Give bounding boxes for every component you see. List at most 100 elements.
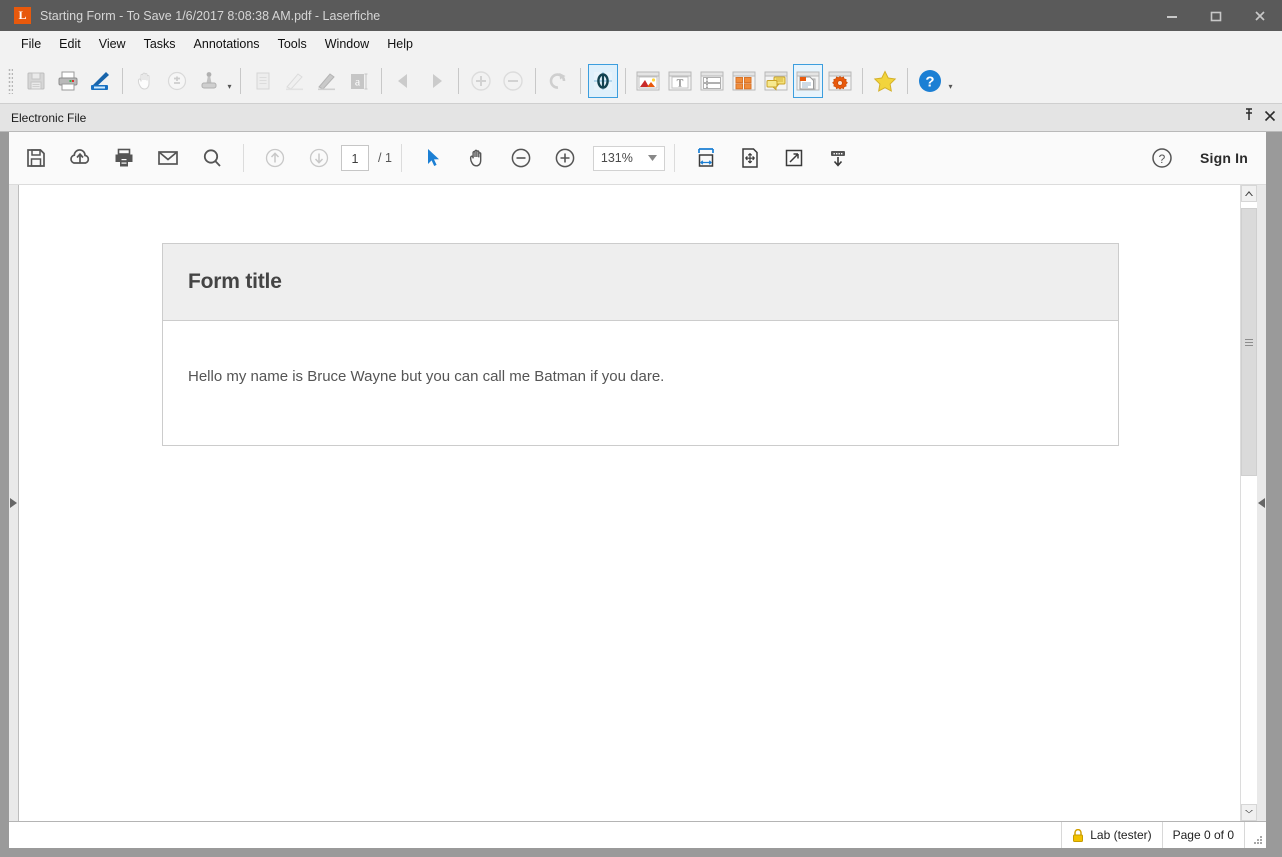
upload-cloud-icon[interactable]	[63, 141, 97, 175]
title-bar: L Starting Form - To Save 1/6/2017 8:08:…	[0, 0, 1282, 31]
pdf-toolbar-separator	[674, 144, 675, 172]
chevron-down-icon	[1245, 810, 1253, 815]
stamp-icon[interactable]	[194, 64, 224, 98]
fields-pane-icon[interactable]	[697, 64, 727, 98]
svg-text:T: T	[677, 77, 684, 89]
redo-icon[interactable]	[543, 64, 573, 98]
form-card: Form title Hello my name is Bruce Wayne …	[162, 243, 1119, 446]
fullscreen-icon[interactable]	[777, 141, 811, 175]
vertical-scrollbar[interactable]	[1240, 185, 1257, 821]
toolbar-separator	[580, 68, 581, 94]
zoom-tool-icon[interactable]	[162, 64, 192, 98]
sign-in-button[interactable]: Sign In	[1200, 150, 1248, 166]
save-icon[interactable]	[21, 64, 51, 98]
blank-page-icon[interactable]	[248, 64, 278, 98]
chevron-down-icon	[648, 155, 657, 161]
highlighter-icon[interactable]	[280, 64, 310, 98]
text-pane-icon[interactable]: T	[665, 64, 695, 98]
menu-annotations[interactable]: Annotations	[185, 33, 269, 55]
maximize-button[interactable]	[1194, 0, 1238, 31]
form-card-body: Hello my name is Bruce Wayne but you can…	[163, 321, 1118, 445]
pdf-print-icon[interactable]	[107, 141, 141, 175]
select-cursor-icon[interactable]	[416, 141, 450, 175]
minimize-button[interactable]	[1150, 0, 1194, 31]
scanner-icon[interactable]	[85, 64, 115, 98]
page-down-icon[interactable]	[302, 141, 336, 175]
pin-icon[interactable]	[1243, 108, 1255, 127]
menu-tasks[interactable]: Tasks	[135, 33, 185, 55]
laserfiche-window: L Starting Form - To Save 1/6/2017 8:08:…	[0, 0, 1282, 857]
menu-file[interactable]: File	[12, 33, 50, 55]
text-annotation-icon[interactable]: a	[344, 64, 374, 98]
pdf-zoom-in-icon[interactable]	[548, 141, 582, 175]
document-pane-icon[interactable]	[793, 64, 823, 98]
status-user-label: Lab (tester)	[1090, 828, 1151, 842]
menu-tools[interactable]: Tools	[269, 33, 316, 55]
pdf-toolbar-right: ? Sign In	[1135, 141, 1260, 175]
zoom-in-icon[interactable]	[466, 64, 496, 98]
right-panel-collapse-handle[interactable]	[1257, 185, 1266, 821]
download-icon[interactable]	[821, 141, 855, 175]
comments-pane-icon[interactable]	[761, 64, 791, 98]
fit-page-icon[interactable]	[733, 141, 767, 175]
scroll-thumb[interactable]	[1241, 208, 1257, 476]
status-bar: Lab (tester) Page 0 of 0	[9, 821, 1266, 848]
svg-text:?: ?	[1159, 152, 1166, 166]
target-pane-icon[interactable]	[588, 64, 618, 98]
help-dropdown-caret[interactable]: ▾	[946, 64, 955, 98]
zoom-out-icon[interactable]	[498, 64, 528, 98]
menu-bar: File Edit View Tasks Annotations Tools W…	[0, 31, 1282, 58]
pdf-pan-hand-icon[interactable]	[460, 141, 494, 175]
print-icon[interactable]	[53, 64, 83, 98]
settings-pane-icon[interactable]	[825, 64, 855, 98]
page-number-input[interactable]: 1	[341, 145, 369, 171]
menu-window[interactable]: Window	[316, 33, 378, 55]
search-icon[interactable]	[195, 141, 229, 175]
close-button[interactable]	[1238, 0, 1282, 31]
panel-title: Electronic File	[11, 111, 86, 125]
resize-grip[interactable]	[1244, 822, 1266, 848]
menu-help[interactable]: Help	[378, 33, 422, 55]
scroll-track[interactable]	[1241, 202, 1257, 804]
pdf-toolbar-separator	[243, 144, 244, 172]
zoom-level-value: 131%	[601, 151, 633, 165]
toolbar-separator	[381, 68, 382, 94]
toolbar-separator	[862, 68, 863, 94]
window-title: Starting Form - To Save 1/6/2017 8:08:38…	[40, 9, 380, 23]
status-page-label: Page 0 of 0	[1173, 828, 1234, 842]
email-icon[interactable]	[151, 141, 185, 175]
scroll-up-button[interactable]	[1241, 185, 1257, 202]
scroll-down-button[interactable]	[1241, 804, 1257, 821]
stamp-dropdown-caret[interactable]: ▾	[225, 64, 234, 98]
thumbnails-pane-icon[interactable]	[729, 64, 759, 98]
toolbar-separator	[458, 68, 459, 94]
status-user-cell: Lab (tester)	[1061, 822, 1161, 848]
electronic-file-panel-header: Electronic File	[0, 104, 1282, 132]
pdf-zoom-out-icon[interactable]	[504, 141, 538, 175]
scroll-thumb-grip	[1245, 339, 1253, 346]
lock-icon	[1072, 829, 1084, 842]
toolbar-grip[interactable]	[8, 68, 13, 94]
pen-icon[interactable]	[312, 64, 342, 98]
image-pane-icon[interactable]	[633, 64, 663, 98]
pdf-help-icon[interactable]: ?	[1145, 141, 1179, 175]
main-toolbar: ▾ a	[0, 58, 1282, 104]
form-title: Form title	[188, 270, 1118, 294]
favorites-star-icon[interactable]	[870, 64, 900, 98]
window-controls	[1150, 0, 1282, 31]
pan-hand-icon[interactable]	[130, 64, 160, 98]
pdf-save-icon[interactable]	[19, 141, 53, 175]
left-panel-expand-handle[interactable]	[9, 185, 18, 821]
fit-width-icon[interactable]	[689, 141, 723, 175]
menu-view[interactable]: View	[90, 33, 135, 55]
chevron-right-icon	[10, 498, 17, 508]
previous-page-icon[interactable]	[389, 64, 419, 98]
next-page-icon[interactable]	[421, 64, 451, 98]
help-icon[interactable]: ?	[915, 64, 945, 98]
close-icon[interactable]	[1264, 109, 1276, 127]
app-icon: L	[14, 7, 31, 24]
menu-edit[interactable]: Edit	[50, 33, 90, 55]
page-up-icon[interactable]	[258, 141, 292, 175]
pdf-page-canvas[interactable]: Form title Hello my name is Bruce Wayne …	[18, 185, 1257, 821]
zoom-level-select[interactable]: 131%	[593, 146, 665, 171]
